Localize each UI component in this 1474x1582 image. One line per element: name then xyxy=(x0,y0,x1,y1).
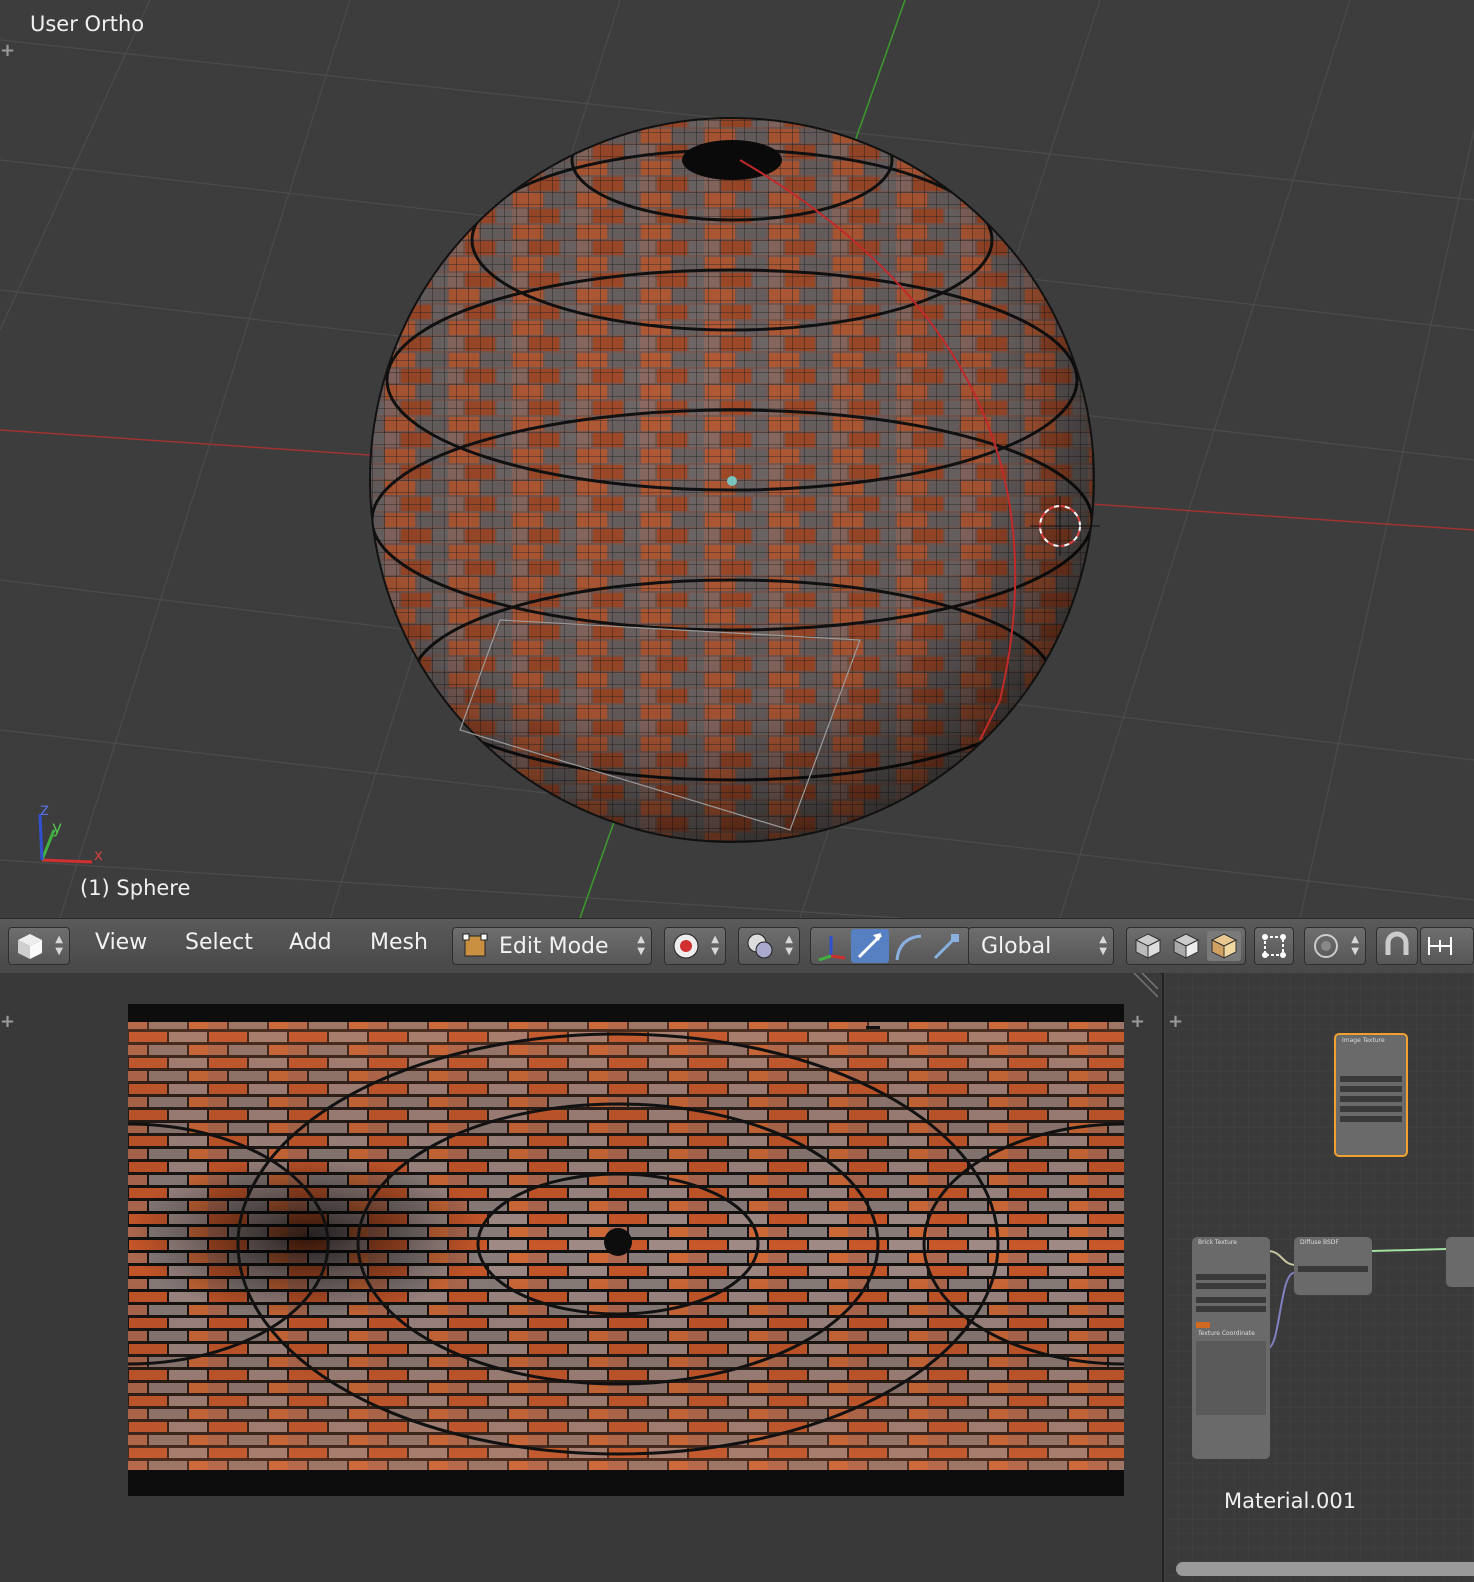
manipulator-toggle-icon[interactable] xyxy=(813,930,849,962)
node-title: Image Texture xyxy=(1342,1037,1385,1044)
3d-viewport[interactable]: User Ortho (1) Sphere z y x + xyxy=(0,0,1474,918)
node-title: Brick Texture xyxy=(1198,1239,1237,1246)
snap-toggle-button[interactable] xyxy=(1376,927,1418,965)
texture-image xyxy=(128,1004,1124,1496)
area-split-plus-icon[interactable]: + xyxy=(0,1013,15,1031)
limit-selection-icon xyxy=(1262,934,1286,958)
area-split-plus-icon[interactable]: + xyxy=(1130,1013,1145,1031)
rotate-manipulator-icon[interactable] xyxy=(891,930,927,962)
object-origin xyxy=(727,476,737,486)
active-object-label: (1) Sphere xyxy=(80,876,191,900)
updown-icon: ▲ ▼ xyxy=(711,934,719,957)
gizmo-y-label: y xyxy=(52,818,63,838)
area-resize-corner-icon[interactable] xyxy=(1128,973,1158,1003)
diffuse-bsdf-node[interactable]: Diffuse BSDF xyxy=(1294,1237,1372,1295)
sphere-mesh xyxy=(370,118,1094,842)
menu-mesh[interactable]: Mesh xyxy=(370,930,428,955)
translate-manipulator-icon[interactable] xyxy=(851,929,889,963)
area-split-plus-icon[interactable]: + xyxy=(0,42,15,60)
menu-select[interactable]: Select xyxy=(185,930,253,955)
edit-mode-icon xyxy=(462,933,488,957)
brick-texture-image[interactable] xyxy=(128,1004,1124,1496)
select-mode-group xyxy=(1126,927,1246,965)
material-output-node[interactable] xyxy=(1446,1237,1474,1287)
gizmo-z-label: z xyxy=(40,800,49,820)
node-editor[interactable]: + Image Texture Brick Texture Texture Co… xyxy=(1162,973,1474,1582)
cube-icon xyxy=(18,934,42,959)
pivot-icon xyxy=(747,933,773,959)
gizmo-x-label: x xyxy=(94,846,103,864)
mode-selector[interactable]: Edit Mode ▲ ▼ xyxy=(452,927,652,965)
proportional-edit-icon xyxy=(1314,934,1338,958)
updown-icon: ▲ ▼ xyxy=(55,934,63,957)
mode-label: Edit Mode xyxy=(499,934,609,959)
scale-manipulator-icon[interactable] xyxy=(929,930,965,962)
edge-select-icon[interactable] xyxy=(1169,931,1203,961)
updown-icon: ▲ ▼ xyxy=(785,934,793,957)
updown-icon: ▲ ▼ xyxy=(1351,934,1359,957)
snap-element-button[interactable] xyxy=(1420,927,1474,965)
updown-icon: ▲ ▼ xyxy=(637,934,645,957)
editor-type-button[interactable]: ▲ ▼ xyxy=(8,927,70,965)
horizontal-scrollbar[interactable] xyxy=(1176,1562,1474,1576)
area-split-plus-icon[interactable]: + xyxy=(1168,1013,1183,1031)
updown-icon: ▲ ▼ xyxy=(1099,934,1107,957)
view-label: User Ortho xyxy=(30,12,145,36)
face-select-icon[interactable] xyxy=(1207,931,1241,961)
magnet-icon xyxy=(1385,931,1409,955)
menu-add[interactable]: Add xyxy=(289,930,332,955)
material-name: Material.001 xyxy=(1224,1489,1357,1513)
transform-orientation-selector[interactable]: Global ▲ ▼ xyxy=(968,927,1114,965)
proportional-edit-button[interactable]: ▲ ▼ xyxy=(1304,927,1366,965)
shading-sphere-icon xyxy=(673,933,699,959)
menu-view[interactable]: View xyxy=(95,930,147,955)
viewport-header: ▲ ▼ View Select Add Mesh Edit Mode ▲ ▼ ▲ ▼ … xyxy=(0,918,1474,974)
pivot-point-button[interactable]: ▲ ▼ xyxy=(738,927,800,965)
node-title: Texture Coordinate xyxy=(1198,1330,1255,1337)
node-title: Diffuse BSDF xyxy=(1300,1239,1339,1246)
snap-increment-icon xyxy=(1428,937,1452,955)
orientation-label: Global xyxy=(981,934,1052,959)
viewport-grid xyxy=(0,0,1474,918)
vertex-select-icon[interactable] xyxy=(1131,931,1165,961)
brick-texture-node[interactable]: Brick Texture Texture Coordinate xyxy=(1192,1237,1270,1459)
axis-gizmo xyxy=(38,813,93,864)
limit-selection-button[interactable] xyxy=(1254,927,1294,965)
viewport-shading-button[interactable]: ▲ ▼ xyxy=(664,927,726,965)
manipulator-group xyxy=(810,927,970,965)
image-texture-node[interactable]: Image Texture xyxy=(1334,1033,1408,1157)
